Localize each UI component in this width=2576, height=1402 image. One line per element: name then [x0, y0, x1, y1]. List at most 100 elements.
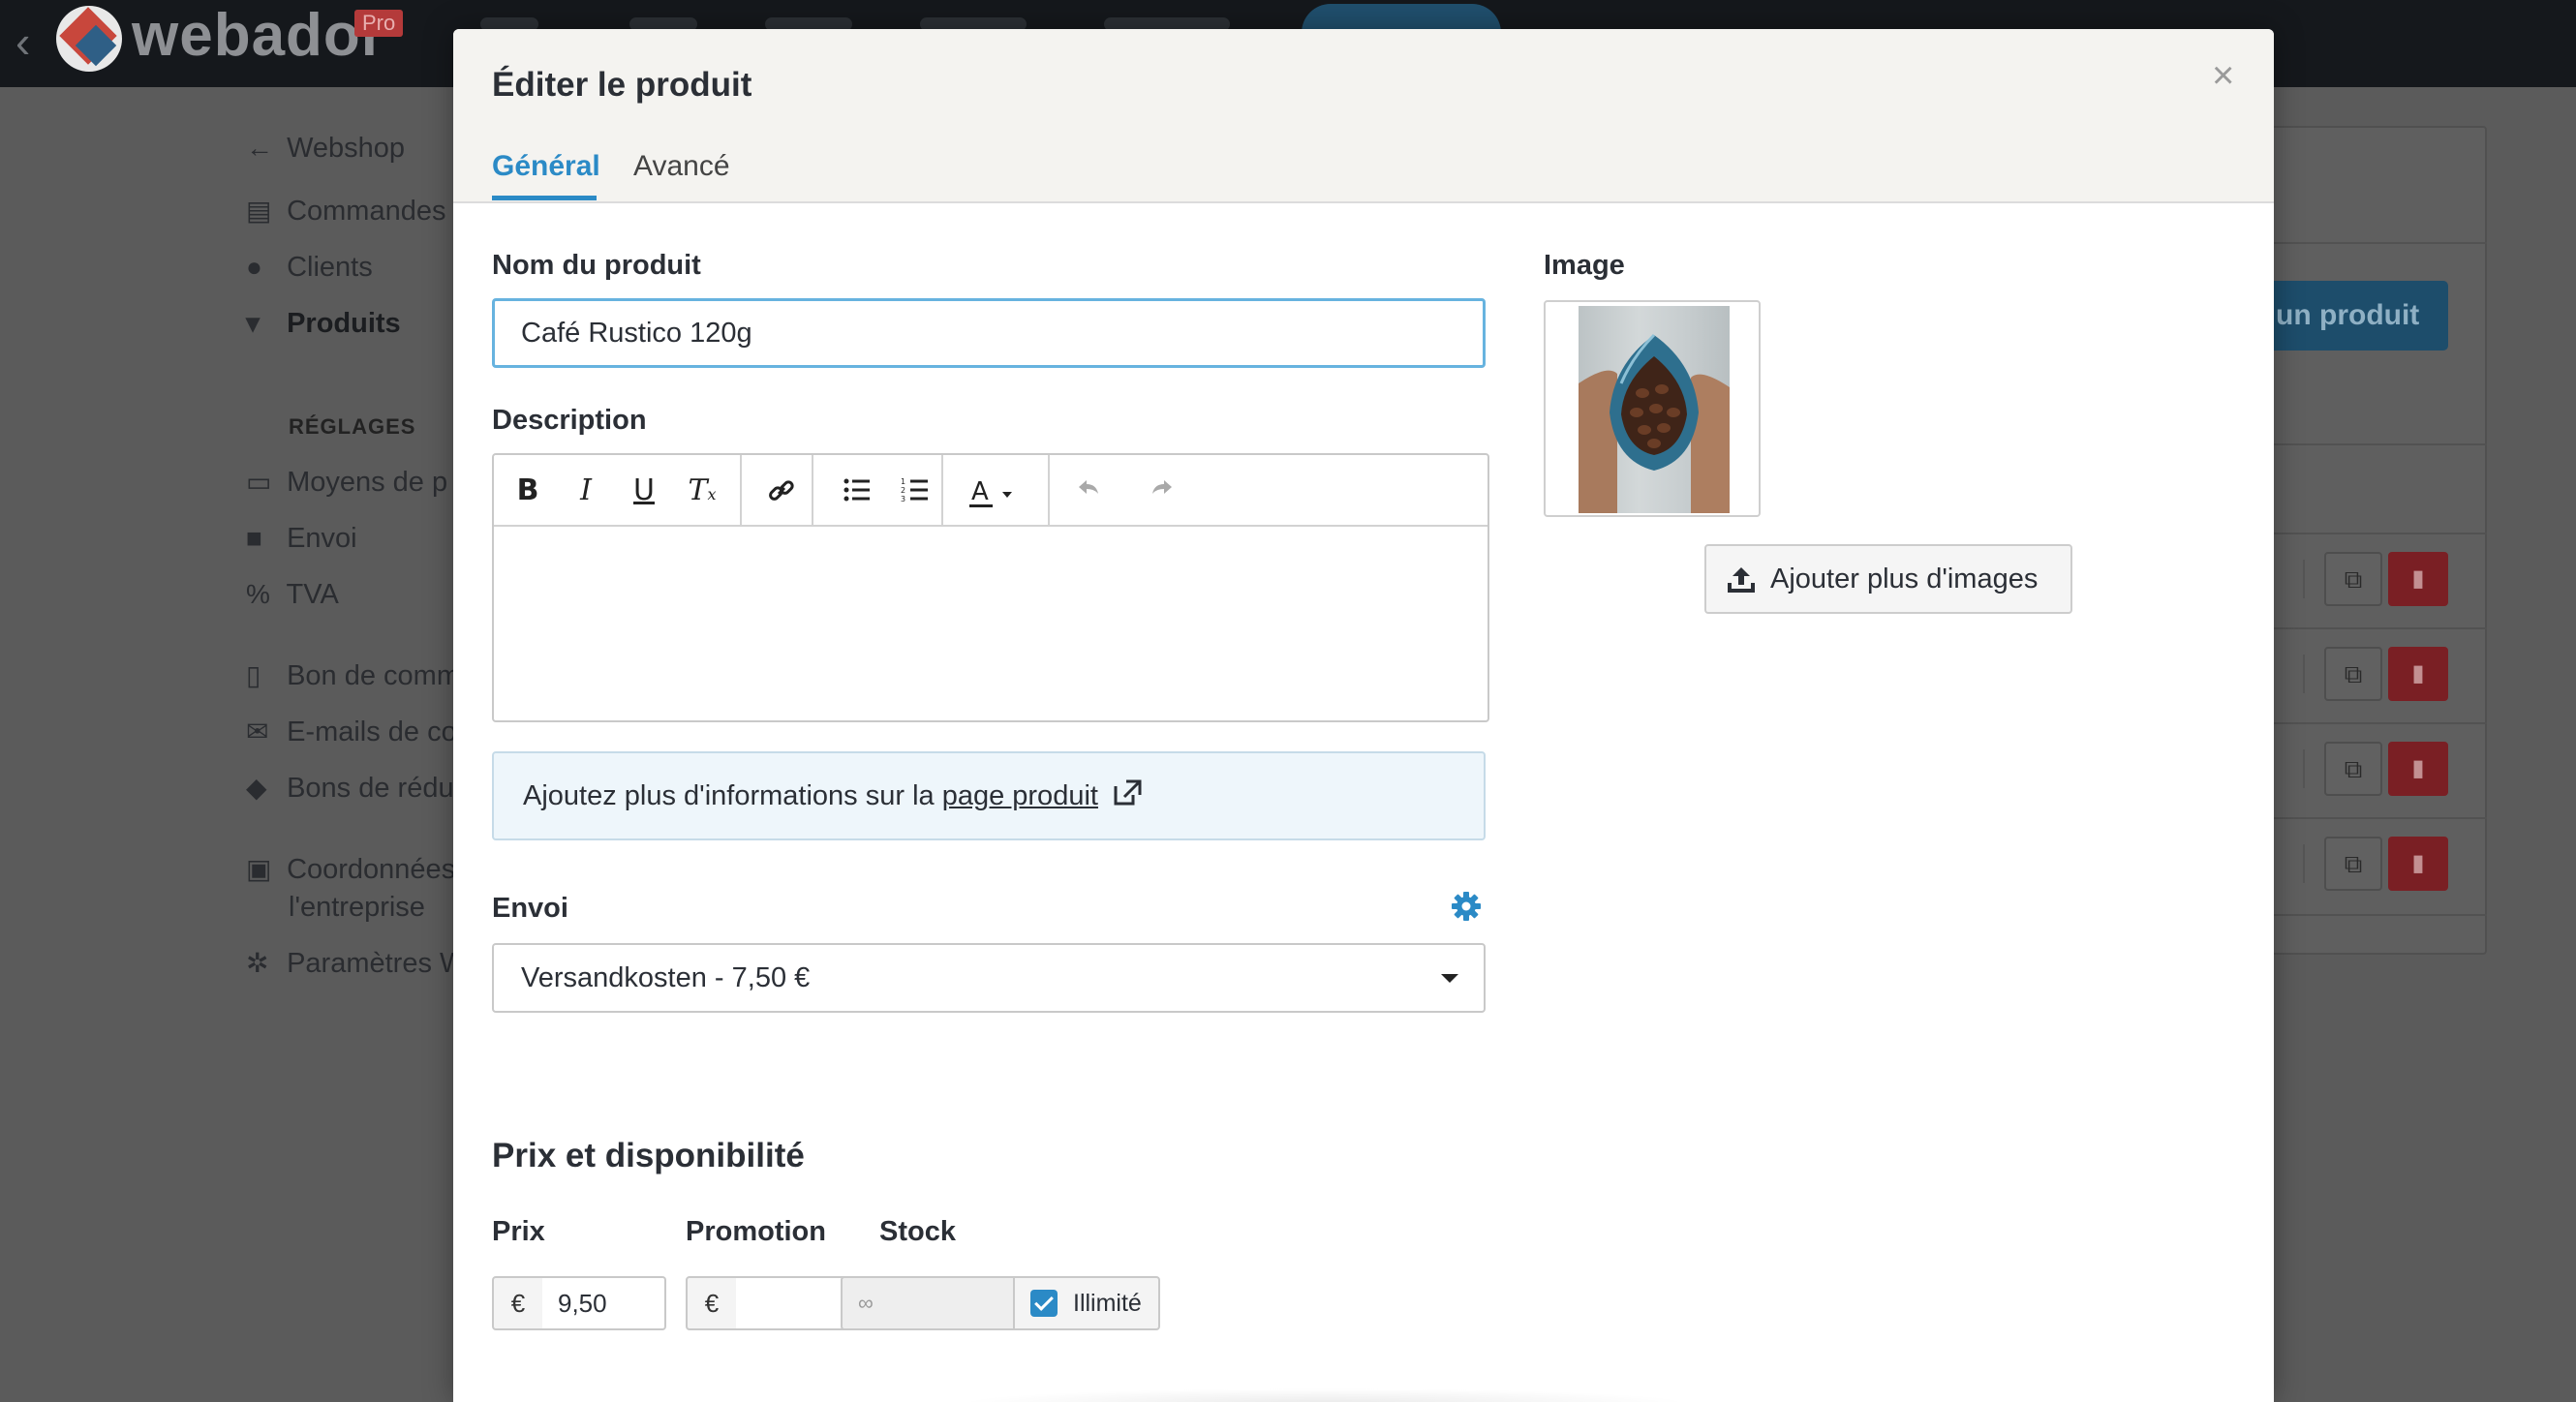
- truck-icon: ■: [246, 523, 262, 553]
- envelope-icon: ✉: [246, 716, 269, 747]
- scroll-shadow: [957, 1388, 1693, 1402]
- add-images-button[interactable]: Ajouter plus d'images: [1704, 544, 2072, 614]
- sidebar-item-clients[interactable]: ● Clients: [246, 251, 373, 284]
- shipping-label: Envoi: [492, 893, 568, 924]
- copy-icon[interactable]: ⧉: [2324, 742, 2382, 796]
- add-images-label: Ajouter plus d'images: [1770, 564, 2039, 594]
- promotion-currency-addon: €: [686, 1276, 738, 1330]
- copy-icon[interactable]: ⧉: [2324, 552, 2382, 606]
- toolbar-separator: [812, 455, 813, 527]
- close-icon[interactable]: ×: [2212, 54, 2234, 97]
- price-currency-addon: €: [492, 1276, 544, 1330]
- pricing-section-title: Prix et disponibilité: [492, 1137, 805, 1174]
- logo-text: webador: [132, 2, 385, 69]
- edit-product-modal: Éditer le produit × Général Avancé Nom d…: [453, 29, 2274, 1402]
- row-separator: [2303, 655, 2305, 693]
- product-image-thumbnail[interactable]: [1544, 300, 1761, 517]
- svg-text:2: 2: [901, 486, 905, 495]
- sidebar-item-produits[interactable]: ▾ Produits: [246, 307, 401, 340]
- caret-down-icon: [1441, 974, 1458, 983]
- image-label: Image: [1544, 250, 1625, 281]
- id-card-icon: ▣: [246, 854, 272, 884]
- product-name-label: Nom du produit: [492, 250, 701, 281]
- toolbar-separator: [1048, 455, 1050, 527]
- price-label: Prix: [492, 1216, 545, 1247]
- price-input[interactable]: [542, 1276, 666, 1330]
- shipping-select-value: Versandkosten - 7,50 €: [521, 962, 811, 993]
- link-icon[interactable]: [757, 467, 806, 515]
- gear-icon: ✲: [246, 948, 269, 978]
- add-product-button[interactable]: r un produit: [2256, 281, 2448, 350]
- stock-input[interactable]: ∞: [841, 1276, 1015, 1330]
- row-separator: [2303, 749, 2305, 788]
- underline-icon[interactable]: U: [620, 467, 668, 515]
- trash-icon[interactable]: ▮: [2388, 837, 2448, 891]
- toolbar-separator: [740, 455, 742, 527]
- unlimited-toggle[interactable]: Illimité: [1013, 1276, 1160, 1330]
- gear-icon[interactable]: [1451, 891, 1482, 922]
- back-chevron-icon[interactable]: ‹: [15, 19, 30, 64]
- trash-icon[interactable]: ▮: [2388, 552, 2448, 606]
- sidebar-item-payment[interactable]: ▭ Moyens de p: [246, 466, 447, 499]
- svg-text:1: 1: [901, 477, 905, 486]
- toolbar-separator: [941, 455, 943, 527]
- unlimited-label: Illimité: [1073, 1290, 1142, 1317]
- info-text: Ajoutez plus d'informations sur la: [523, 780, 942, 811]
- cart-icon: ▾: [246, 308, 261, 338]
- redo-icon[interactable]: [1137, 467, 1185, 515]
- modal-header: Éditer le produit × Général Avancé: [453, 29, 2274, 203]
- user-icon: ●: [246, 252, 262, 282]
- sidebar-item-tva[interactable]: % TVA: [246, 578, 339, 611]
- document-icon: ▯: [246, 660, 261, 690]
- active-tab-indicator: [492, 196, 597, 200]
- product-page-link[interactable]: page produit: [942, 780, 1098, 811]
- bullet-list-icon[interactable]: [833, 467, 881, 515]
- sidebar-item-commandes[interactable]: ▤ Commandes: [246, 195, 445, 228]
- italic-icon[interactable]: I: [562, 467, 610, 515]
- text-color-icon[interactable]: A: [961, 467, 1028, 515]
- svg-text:A: A: [971, 477, 989, 506]
- unlimited-checkbox[interactable]: [1030, 1290, 1058, 1317]
- sidebar-item-envoi[interactable]: ■ Envoi: [246, 522, 357, 555]
- tag-icon: ◆: [246, 773, 267, 803]
- sidebar-item-webshop-settings[interactable]: ✲ Paramètres W: [246, 947, 466, 980]
- sidebar-item-order-form[interactable]: ▯ Bon de comm: [246, 659, 460, 692]
- promotion-label: Promotion: [686, 1216, 826, 1247]
- stock-label: Stock: [879, 1216, 956, 1247]
- sidebar-back-webshop[interactable]: ← Webshop: [246, 132, 405, 165]
- sidebar-item-emails[interactable]: ✉ E-mails de co: [246, 716, 457, 748]
- sidebar-item-company[interactable]: ▣ Coordonnées: [246, 853, 455, 886]
- row-separator: [2303, 560, 2305, 598]
- tab-general[interactable]: Général: [492, 145, 600, 188]
- product-page-info: Ajoutez plus d'informations sur la page …: [492, 751, 1486, 840]
- clear-format-icon[interactable]: Tx: [678, 467, 726, 515]
- tab-advanced[interactable]: Avancé: [633, 145, 730, 188]
- svg-text:3: 3: [901, 495, 905, 503]
- bold-icon[interactable]: B: [504, 467, 552, 515]
- upload-icon: [1728, 567, 1755, 593]
- webador-logo-icon: [56, 6, 122, 72]
- settings-heading: RÉGLAGES: [289, 414, 416, 439]
- coffee-bag-image: [1579, 306, 1730, 513]
- numbered-list-icon[interactable]: 123: [891, 467, 939, 515]
- description-editor[interactable]: B I U Tx 123 A: [492, 453, 1489, 722]
- editor-toolbar: B I U Tx 123 A: [494, 455, 1487, 527]
- modal-title: Éditer le produit: [492, 66, 752, 104]
- trash-icon[interactable]: ▮: [2388, 647, 2448, 701]
- arrow-left-icon: ←: [246, 133, 273, 163]
- description-label: Description: [492, 405, 647, 436]
- copy-icon[interactable]: ⧉: [2324, 647, 2382, 701]
- shipping-select[interactable]: Versandkosten - 7,50 €: [492, 943, 1486, 1013]
- percent-icon: %: [246, 579, 270, 609]
- sidebar-item-company-line2: l'entreprise: [289, 892, 425, 923]
- orders-icon: ▤: [246, 196, 272, 226]
- pro-badge: Pro: [354, 10, 404, 37]
- undo-icon[interactable]: [1065, 467, 1114, 515]
- product-name-input[interactable]: [492, 298, 1486, 368]
- copy-icon[interactable]: ⧉: [2324, 837, 2382, 891]
- trash-icon[interactable]: ▮: [2388, 742, 2448, 796]
- row-separator: [2303, 844, 2305, 883]
- credit-card-icon: ▭: [246, 467, 272, 497]
- external-link-icon[interactable]: [1112, 778, 1143, 808]
- sidebar-item-coupons[interactable]: ◆ Bons de rédu: [246, 772, 454, 805]
